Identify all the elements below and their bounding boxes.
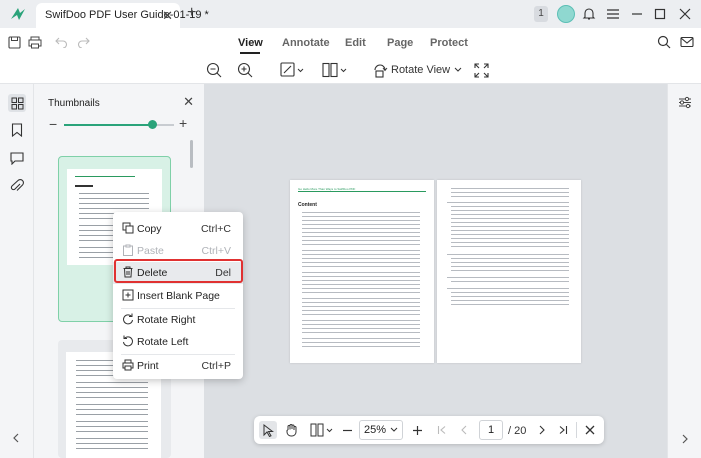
page-layout-dropdown[interactable]	[322, 61, 348, 79]
thumbnail-zoom-out-icon[interactable]: −	[49, 116, 57, 132]
copy-icon	[122, 222, 134, 234]
avatar[interactable]	[557, 5, 575, 23]
context-menu-print[interactable]: Print Ctrl+P	[113, 355, 243, 377]
context-menu-rotate-left[interactable]: Rotate Left	[113, 331, 243, 353]
properties-sliders-icon[interactable]	[676, 93, 694, 111]
fullscreen-icon[interactable]	[474, 61, 489, 79]
paste-icon	[122, 244, 134, 256]
rotate-left-icon	[122, 335, 134, 347]
minimize-icon[interactable]	[628, 5, 646, 23]
panel-title: Thumbnails	[48, 98, 100, 109]
attachment-icon[interactable]	[8, 177, 26, 195]
mail-icon[interactable]	[679, 34, 695, 50]
maximize-icon[interactable]	[651, 5, 669, 23]
close-window-icon[interactable]	[676, 5, 694, 23]
menu-item-shortcut: Ctrl+P	[201, 360, 231, 372]
close-tab-icon[interactable]: ✕	[162, 8, 173, 24]
thumbnail-zoom-in-icon[interactable]: +	[179, 115, 187, 131]
current-page-input[interactable]: 1	[479, 420, 503, 440]
page-navigation-bar: 25% 1 / 20	[254, 416, 604, 444]
slider-fill	[64, 124, 152, 126]
menu-item-label: Rotate Left	[137, 336, 189, 348]
new-tab-icon[interactable]: +	[187, 4, 196, 22]
document-tab[interactable]: SwifDoo PDF User Guide-01-19 * ✕	[36, 3, 209, 28]
context-menu-rotate-right[interactable]: Rotate Right	[113, 309, 243, 331]
rotate-view-label: Rotate View	[391, 64, 451, 76]
close-navbar-icon[interactable]	[583, 421, 597, 439]
menu-item-shortcut: Ctrl+C	[200, 223, 231, 235]
document-page-2	[437, 180, 581, 363]
tab-annotate[interactable]: Annotate	[282, 37, 330, 49]
comment-icon[interactable]	[8, 149, 26, 167]
hand-tool-icon[interactable]	[282, 421, 300, 439]
hamburger-menu-icon[interactable]	[604, 5, 622, 23]
page-header-rule	[298, 191, 426, 192]
undo-icon[interactable]	[53, 34, 69, 50]
delete-highlight-annotation	[114, 259, 243, 283]
menu-item-label: Copy	[137, 223, 162, 235]
page-heading: Content	[298, 202, 317, 208]
redo-icon[interactable]	[75, 34, 91, 50]
search-icon[interactable]	[656, 34, 672, 50]
save-icon[interactable]	[6, 34, 22, 50]
swifdoo-logo-icon	[9, 5, 27, 23]
menu-item-label: Rotate Right	[137, 314, 196, 326]
previous-page-icon[interactable]	[457, 421, 471, 439]
next-page-icon[interactable]	[535, 421, 549, 439]
bookmark-icon[interactable]	[8, 121, 26, 139]
rotate-view-dropdown[interactable]: Rotate View	[372, 61, 463, 79]
tab-page[interactable]: Page	[387, 37, 413, 49]
zoom-level-value: 25%	[363, 424, 387, 436]
zoom-level-select[interactable]: 25%	[359, 420, 403, 440]
right-sidebar-rail	[667, 84, 701, 458]
thumbnail-context-menu: Copy Ctrl+C Paste Ctrl+V Delete Del Inse…	[113, 212, 243, 379]
print-icon	[122, 359, 134, 371]
tab-edit[interactable]: Edit	[345, 37, 366, 49]
fit-width-dropdown[interactable]	[280, 61, 304, 79]
zoom-in-icon[interactable]	[409, 421, 425, 439]
panel-scrollbar[interactable]	[190, 140, 193, 168]
thumbnail-size-slider[interactable]	[64, 120, 174, 129]
insert-page-icon	[122, 289, 134, 301]
document-viewer[interactable]: Go Hello More Than Ways to SwifDoo PDF C…	[204, 84, 667, 458]
last-page-icon[interactable]	[556, 421, 570, 439]
menu-item-label: Print	[137, 360, 159, 372]
close-panel-icon[interactable]: ✕	[183, 94, 194, 110]
divider	[576, 422, 577, 438]
rotate-right-icon	[122, 313, 134, 325]
menu-item-label: Paste	[137, 245, 164, 257]
select-tool-icon[interactable]	[259, 421, 277, 439]
notification-count-badge[interactable]: 1	[534, 6, 548, 22]
slider-handle[interactable]	[147, 120, 157, 129]
view-toolbar: Rotate View	[0, 56, 701, 84]
document-page-1: Go Hello More Than Ways to SwifDoo PDF C…	[290, 180, 434, 363]
menu-item-label: Insert Blank Page	[137, 290, 220, 302]
print-icon[interactable]	[27, 34, 43, 50]
zoom-out-icon[interactable]	[206, 61, 222, 79]
document-tab-title: SwifDoo PDF User Guide-01-19 *	[45, 9, 209, 21]
menu-bar: View Annotate Edit Page Protect	[0, 28, 701, 56]
thumbnails-icon[interactable]	[8, 94, 26, 112]
zoom-out-icon[interactable]	[339, 421, 355, 439]
left-sidebar-rail	[0, 84, 34, 458]
zoom-in-icon[interactable]	[237, 61, 253, 79]
collapse-panel-chevron-icon[interactable]	[12, 432, 20, 446]
menu-item-shortcut: Ctrl+V	[201, 245, 231, 257]
tab-protect[interactable]: Protect	[430, 37, 468, 49]
active-tab-indicator	[240, 52, 260, 54]
expand-panel-chevron-icon[interactable]	[676, 430, 694, 448]
title-bar: SwifDoo PDF User Guide-01-19 * ✕ + 1	[0, 0, 701, 28]
total-pages: / 20	[508, 425, 527, 437]
bell-icon[interactable]	[580, 5, 598, 23]
first-page-icon[interactable]	[435, 421, 449, 439]
page-layout-icon[interactable]	[309, 421, 335, 439]
context-menu-insert-blank-page[interactable]: Insert Blank Page	[113, 285, 243, 307]
tab-view[interactable]: View	[238, 37, 263, 49]
context-menu-copy[interactable]: Copy Ctrl+C	[113, 218, 243, 240]
